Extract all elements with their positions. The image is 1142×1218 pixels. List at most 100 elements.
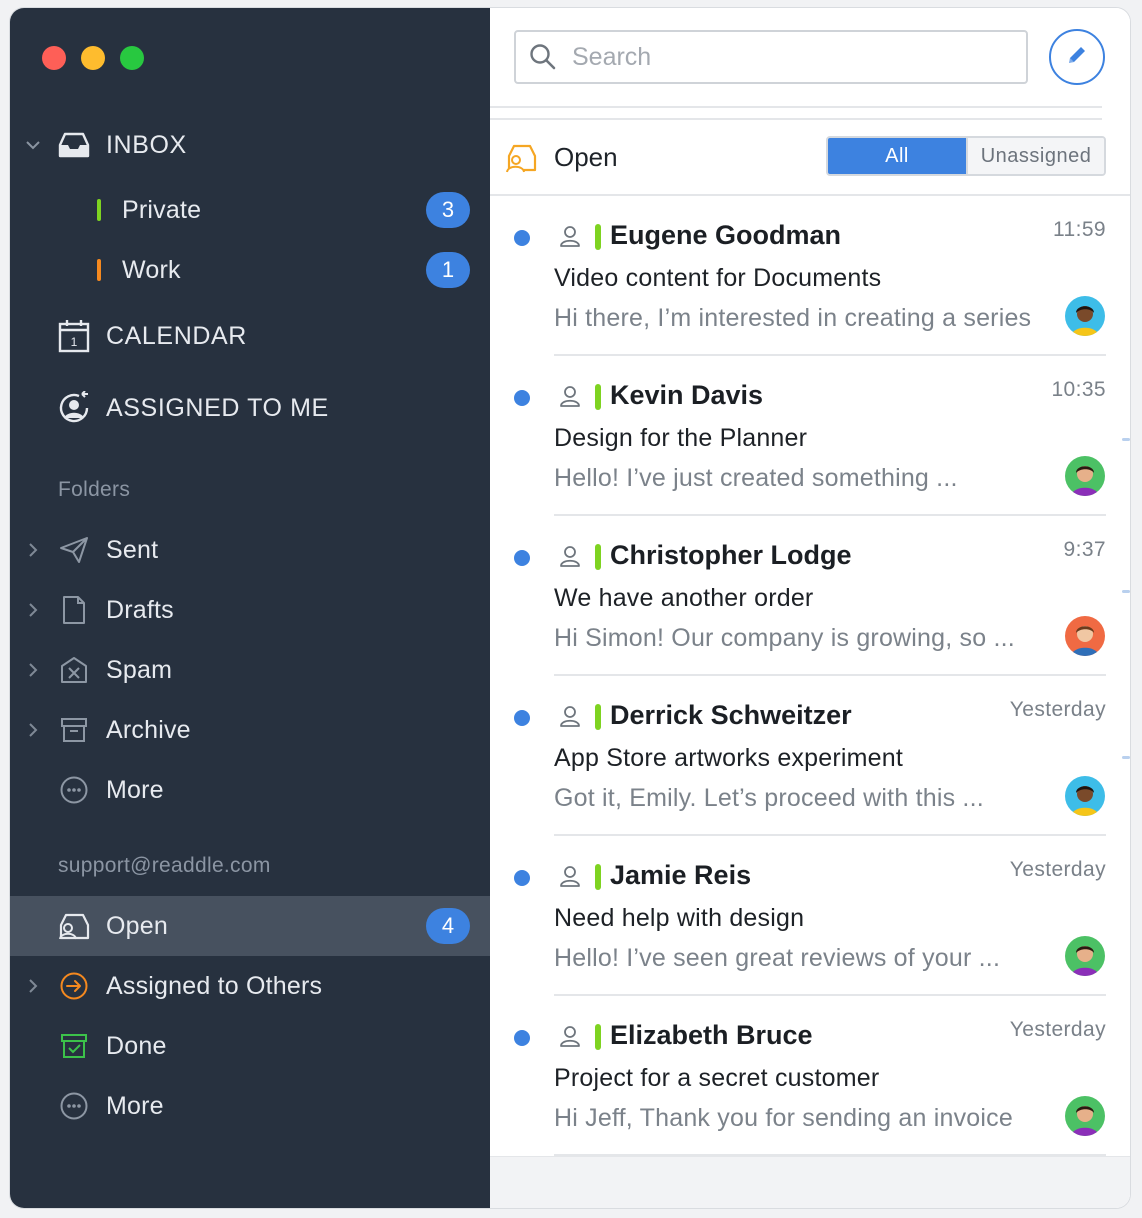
private-tag-bar bbox=[595, 224, 601, 250]
message-row[interactable]: Jamie Reis Yesterday Need help with desi… bbox=[490, 836, 1130, 996]
assigned-to-me-icon bbox=[56, 390, 92, 426]
scroll-marker bbox=[1122, 438, 1130, 441]
sender-avatar bbox=[1065, 776, 1105, 816]
private-tag-bar bbox=[595, 864, 601, 890]
filter-all-button[interactable]: All bbox=[828, 138, 966, 174]
message-preview: Hello! I’ve seen great reviews of your .… bbox=[554, 944, 1001, 972]
sender-avatar bbox=[1065, 616, 1105, 656]
unread-dot bbox=[514, 1030, 530, 1046]
person-icon bbox=[558, 864, 582, 888]
message-time: 11:59 bbox=[1053, 218, 1106, 241]
close-window-button[interactable] bbox=[42, 46, 66, 70]
chevron-down-icon[interactable] bbox=[26, 138, 40, 152]
sidebar-item-assigned-to-others[interactable]: Assigned to Others bbox=[10, 956, 490, 1016]
open-count-badge: 4 bbox=[426, 908, 470, 944]
message-sender: Jamie Reis bbox=[610, 860, 752, 890]
person-icon bbox=[558, 384, 582, 408]
private-tag-bar bbox=[595, 704, 601, 730]
assigned-to-others-label: Assigned to Others bbox=[106, 971, 323, 1000]
private-unread-badge: 3 bbox=[426, 192, 470, 228]
work-label: Work bbox=[122, 255, 181, 284]
sidebar-item-assigned-to-me[interactable]: ASSIGNED TO ME bbox=[10, 378, 490, 438]
message-sender: Kevin Davis bbox=[610, 380, 764, 410]
private-label: Private bbox=[122, 195, 202, 224]
sidebar-item-archive[interactable]: Archive bbox=[10, 700, 490, 760]
inbox-label: INBOX bbox=[106, 130, 187, 159]
filter-unassigned-button[interactable]: Unassigned bbox=[966, 138, 1104, 174]
message-subject: We have another order bbox=[554, 584, 814, 612]
message-time: Yesterday bbox=[1009, 858, 1106, 881]
sidebar-item-private[interactable]: Private 3 bbox=[10, 180, 490, 240]
zoom-window-button[interactable] bbox=[120, 46, 144, 70]
message-subject: Video content for Documents bbox=[554, 264, 882, 292]
assignment-filter: All Unassigned bbox=[826, 136, 1106, 176]
calendar-label: CALENDAR bbox=[106, 321, 247, 350]
message-time: Yesterday bbox=[1009, 698, 1106, 721]
drafts-label: Drafts bbox=[106, 595, 174, 624]
work-color-bar bbox=[97, 259, 101, 281]
person-icon bbox=[558, 704, 582, 728]
sidebar: INBOX Private 3 Work 1 1 CALENDAR ASSIGN… bbox=[10, 8, 490, 1208]
list-header: Open All Unassigned bbox=[490, 120, 1130, 196]
message-row[interactable]: Kevin Davis 10:35 Design for the Planner… bbox=[490, 356, 1130, 516]
draft-document-icon bbox=[56, 592, 92, 628]
list-title: Open bbox=[554, 142, 618, 172]
sidebar-item-done[interactable]: Done bbox=[10, 1016, 490, 1076]
calendar-day: 1 bbox=[71, 335, 78, 349]
sidebar-item-drafts[interactable]: Drafts bbox=[10, 580, 490, 640]
private-tag-bar bbox=[595, 384, 601, 410]
spam-label: Spam bbox=[106, 655, 173, 684]
done-box-icon bbox=[56, 1028, 92, 1064]
message-row[interactable]: Eugene Goodman 11:59 Video content for D… bbox=[490, 196, 1130, 356]
window-controls bbox=[42, 46, 144, 70]
assigned-to-others-icon bbox=[56, 968, 92, 1004]
message-subject: Design for the Planner bbox=[554, 424, 808, 452]
sidebar-item-more-shared[interactable]: More bbox=[10, 1076, 490, 1136]
unread-dot bbox=[514, 390, 530, 406]
private-tag-bar bbox=[595, 1024, 601, 1050]
more-dots-icon bbox=[56, 772, 92, 808]
search-input[interactable]: Search bbox=[514, 30, 1028, 84]
chevron-right-icon[interactable] bbox=[26, 979, 40, 993]
paper-plane-icon bbox=[56, 532, 92, 568]
chevron-right-icon[interactable] bbox=[26, 543, 40, 557]
unread-dot bbox=[514, 550, 530, 566]
message-sender: Christopher Lodge bbox=[610, 540, 852, 570]
archive-label: Archive bbox=[106, 715, 191, 744]
person-icon bbox=[558, 1024, 582, 1048]
mail-window: INBOX Private 3 Work 1 1 CALENDAR ASSIGN… bbox=[10, 8, 1130, 1208]
sender-avatar bbox=[1065, 296, 1105, 336]
chevron-right-icon[interactable] bbox=[26, 723, 40, 737]
sidebar-item-open[interactable]: Open 4 bbox=[10, 896, 490, 956]
work-unread-badge: 1 bbox=[426, 252, 470, 288]
shared-inbox-open-icon bbox=[56, 908, 92, 944]
inbox-tray-icon bbox=[56, 127, 92, 163]
sidebar-item-calendar[interactable]: 1 CALENDAR bbox=[10, 306, 490, 366]
sidebar-item-more-folders[interactable]: More bbox=[10, 760, 490, 820]
more-shared-label: More bbox=[106, 1091, 164, 1120]
archive-box-icon bbox=[56, 712, 92, 748]
chevron-right-icon[interactable] bbox=[26, 603, 40, 617]
pencil-icon bbox=[1065, 43, 1089, 72]
message-row[interactable]: Derrick Schweitzer Yesterday App Store a… bbox=[490, 676, 1130, 836]
assigned-to-me-label: ASSIGNED TO ME bbox=[106, 393, 329, 422]
message-row[interactable]: Christopher Lodge 9:37 We have another o… bbox=[490, 516, 1130, 676]
message-subject: Need help with design bbox=[554, 904, 805, 932]
message-list-pane: Search Open All Unassigned Eugene Goodma… bbox=[490, 8, 1130, 1208]
message-subject: App Store artworks experiment bbox=[554, 744, 904, 772]
list-footer bbox=[490, 1156, 1130, 1208]
unread-dot bbox=[514, 710, 530, 726]
account-section-title: support@readdle.com bbox=[58, 854, 271, 877]
sidebar-item-sent[interactable]: Sent bbox=[10, 520, 490, 580]
message-sender: Elizabeth Bruce bbox=[610, 1020, 813, 1050]
compose-button[interactable] bbox=[1049, 29, 1105, 85]
toolbar-divider bbox=[490, 106, 1102, 108]
chevron-right-icon[interactable] bbox=[26, 663, 40, 677]
minimize-window-button[interactable] bbox=[81, 46, 105, 70]
sidebar-item-work[interactable]: Work 1 bbox=[10, 240, 490, 300]
message-row[interactable]: Elizabeth Bruce Yesterday Project for a … bbox=[490, 996, 1130, 1156]
sidebar-item-inbox[interactable]: INBOX bbox=[10, 115, 490, 175]
more-dots-icon bbox=[56, 1088, 92, 1124]
sidebar-item-spam[interactable]: Spam bbox=[10, 640, 490, 700]
message-preview: Hi Jeff, Thank you for sending an invoic… bbox=[554, 1104, 1013, 1132]
